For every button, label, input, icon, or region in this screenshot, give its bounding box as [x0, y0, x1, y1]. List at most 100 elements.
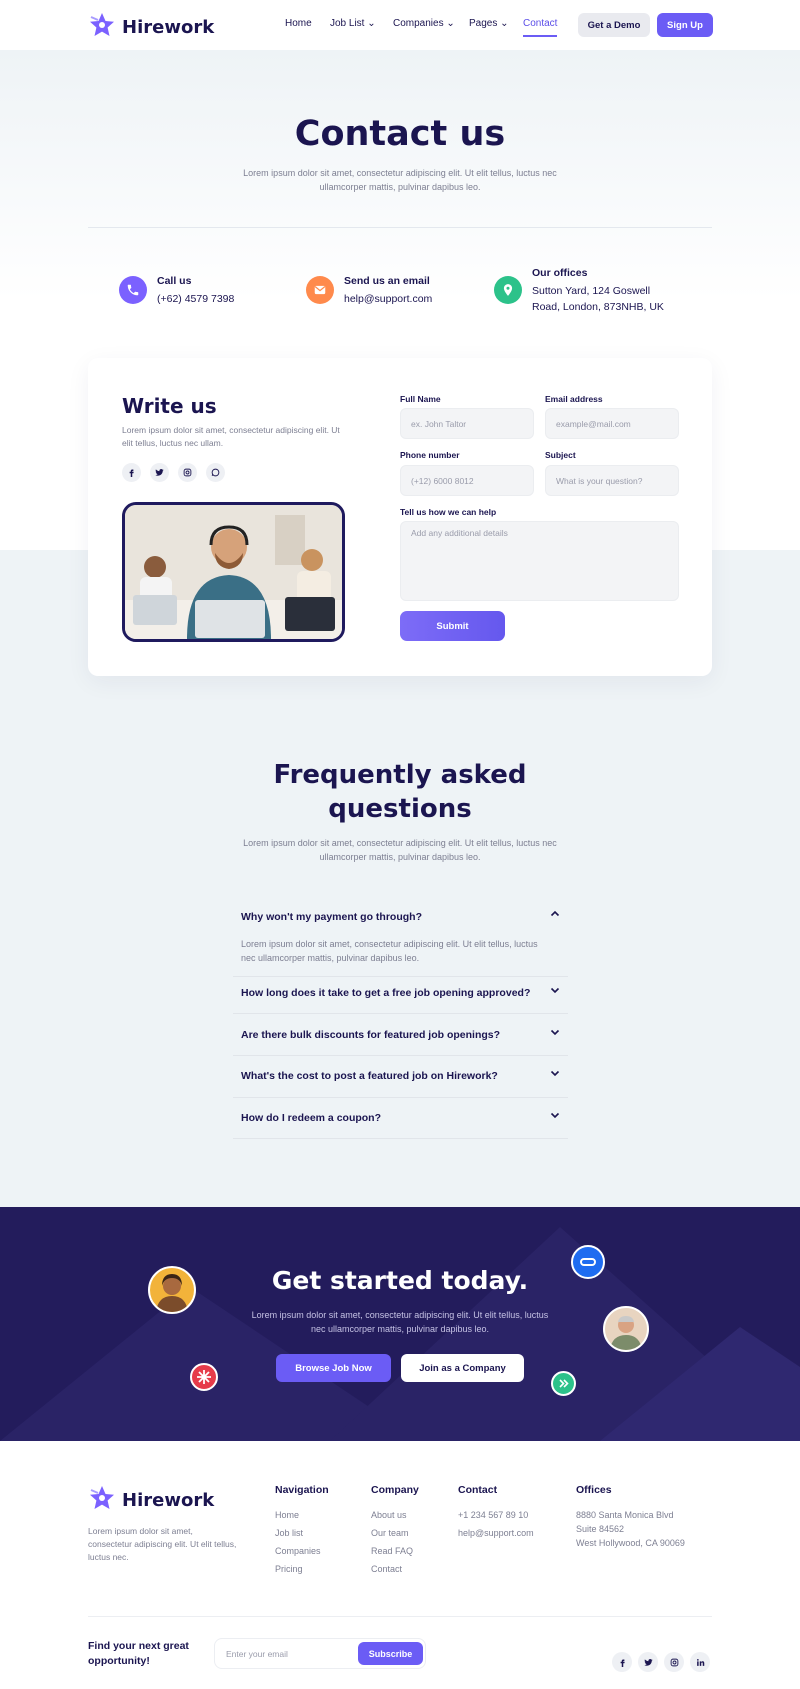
subject-input[interactable]: What is your question? — [545, 465, 679, 496]
twitter-icon[interactable] — [638, 1652, 658, 1672]
support-team-photo — [122, 502, 345, 642]
full-name-label: Full Name — [400, 394, 441, 404]
nav-contact[interactable]: Contact — [523, 18, 557, 29]
contact-offices-title: Our offices — [532, 267, 588, 279]
avatar — [603, 1306, 649, 1352]
avatar — [148, 1266, 196, 1314]
instagram-icon[interactable] — [664, 1652, 684, 1672]
footer-logo[interactable]: Hirework — [88, 1484, 214, 1517]
message-label: Tell us how we can help — [400, 507, 497, 517]
nav-job-list[interactable]: Job List ⌄ — [330, 18, 376, 29]
cta-title: Get started today. — [271, 1266, 529, 1295]
footer-description: Lorem ipsum dolor sit amet, consectetur … — [88, 1526, 237, 1562]
facebook-icon[interactable] — [612, 1652, 632, 1672]
nav-job-list-label: Job List — [330, 18, 365, 29]
nav-companies[interactable]: Companies ⌄ — [393, 18, 455, 29]
instagram-icon[interactable] — [178, 463, 197, 482]
contact-offices-value: Sutton Yard, 124 Goswell Road, London, 8… — [532, 285, 664, 313]
message-textarea[interactable]: Add any additional details — [400, 521, 679, 601]
chevron-down-icon: ⌄ — [500, 18, 509, 29]
footer-nav-title: Navigation — [275, 1484, 329, 1496]
write-us-title: Write us — [122, 394, 217, 418]
chevron-down-icon: ⌄ — [367, 18, 376, 29]
chevron-down-icon[interactable] — [549, 1109, 561, 1121]
newsletter-email-input[interactable]: Enter your email — [226, 1649, 288, 1659]
get-demo-button[interactable]: Get a Demo — [578, 13, 650, 37]
contact-offices: Our offices Sutton Yard, 124 Goswell Roa… — [494, 267, 677, 315]
phone-label: Phone number — [400, 450, 460, 460]
footer-link[interactable]: Our team — [371, 1528, 409, 1538]
footer-address-line: 8880 Santa Monica Blvd — [576, 1510, 674, 1520]
join-company-button[interactable]: Join as a Company — [401, 1354, 524, 1382]
chevron-down-icon: ⌄ — [446, 18, 455, 29]
faq-divider — [233, 1055, 568, 1056]
phone-icon — [119, 276, 147, 304]
submit-button[interactable]: Submit — [400, 611, 505, 641]
footer-link[interactable]: Job list — [275, 1528, 303, 1538]
footer-link[interactable]: Home — [275, 1510, 299, 1520]
faq-title-line2: questions — [328, 794, 472, 824]
faq-title: Frequently asked questions — [0, 758, 800, 826]
page-subtitle: Lorem ipsum dolor sit amet, consectetur … — [243, 168, 557, 192]
subject-label: Subject — [545, 450, 576, 460]
faq-question[interactable]: Are there bulk discounts for featured jo… — [241, 1029, 500, 1041]
whatsapp-icon[interactable] — [206, 463, 225, 482]
browse-jobs-button[interactable]: Browse Job Now — [276, 1354, 391, 1382]
faq-subtitle: Lorem ipsum dolor sit amet, consectetur … — [243, 838, 557, 862]
phone-input[interactable]: (+12) 6000 8012 — [400, 465, 534, 496]
footer-company-title: Company — [371, 1484, 419, 1496]
burst-icon — [190, 1363, 218, 1391]
linkedin-icon[interactable] — [690, 1652, 710, 1672]
faq-question[interactable]: How do I redeem a coupon? — [241, 1112, 381, 1124]
faq-question[interactable]: Why won't my payment go through? — [241, 911, 422, 923]
twitter-icon[interactable] — [150, 463, 169, 482]
contact-email-value[interactable]: help@support.com — [344, 291, 432, 307]
footer-address-line: West Hollywood, CA 90069 — [576, 1538, 685, 1548]
logo-text: Hirework — [122, 17, 215, 38]
footer-logo-text: Hirework — [122, 1490, 215, 1511]
footer-address-line: Suite 84562 — [576, 1524, 625, 1534]
chevron-down-icon[interactable] — [549, 1067, 561, 1079]
cta-subtitle: Lorem ipsum dolor sit amet, consectetur … — [251, 1310, 549, 1334]
footer-phone[interactable]: +1 234 567 89 10 — [458, 1510, 528, 1520]
contact-call-title: Call us — [157, 275, 192, 287]
chevron-down-icon[interactable] — [549, 1026, 561, 1038]
chevron-up-icon[interactable] — [549, 908, 561, 920]
full-name-input[interactable]: ex. John Taltor — [400, 408, 534, 439]
site-header: Hirework Home Job List ⌄ Companies ⌄ Pag… — [0, 0, 800, 50]
email-input[interactable]: example@mail.com — [545, 408, 679, 439]
email-label: Email address — [545, 394, 603, 404]
nav-pages[interactable]: Pages ⌄ — [469, 18, 509, 29]
faq-divider — [233, 1013, 568, 1014]
nav-companies-label: Companies — [393, 18, 444, 29]
footer-contact-title: Contact — [458, 1484, 498, 1496]
subscribe-button[interactable]: Subscribe — [358, 1642, 423, 1665]
footer-email[interactable]: help@support.com — [458, 1528, 534, 1538]
arrows-icon — [551, 1371, 576, 1396]
divider — [88, 227, 712, 228]
star-logo-icon — [88, 1484, 116, 1517]
contact-email-title: Send us an email — [344, 275, 430, 287]
footer-link[interactable]: Companies — [275, 1546, 321, 1556]
newsletter-title: Find your next great opportunity! — [88, 1640, 189, 1667]
faq-question[interactable]: How long does it take to get a free job … — [241, 987, 530, 999]
location-pin-icon — [494, 276, 522, 304]
footer-link[interactable]: Pricing — [275, 1564, 303, 1574]
facebook-icon[interactable] — [122, 463, 141, 482]
nav-active-underline — [523, 35, 557, 37]
footer-link[interactable]: Read FAQ — [371, 1546, 413, 1556]
nav-pages-label: Pages — [469, 18, 498, 29]
footer-offices-title: Offices — [576, 1484, 612, 1496]
faq-question[interactable]: What's the cost to post a featured job o… — [241, 1070, 498, 1082]
faq-divider — [233, 1097, 568, 1098]
link-icon — [571, 1245, 605, 1279]
logo[interactable]: Hirework — [88, 11, 214, 44]
contact-call-value[interactable]: (+62) 4579 7398 — [157, 291, 234, 307]
sign-up-button[interactable]: Sign Up — [657, 13, 713, 37]
nav-home[interactable]: Home — [285, 18, 312, 29]
star-logo-icon — [88, 11, 116, 44]
footer-link[interactable]: About us — [371, 1510, 407, 1520]
footer-link[interactable]: Contact — [371, 1564, 402, 1574]
faq-answer: Lorem ipsum dolor sit amet, consectetur … — [241, 939, 538, 963]
chevron-down-icon[interactable] — [549, 984, 561, 996]
